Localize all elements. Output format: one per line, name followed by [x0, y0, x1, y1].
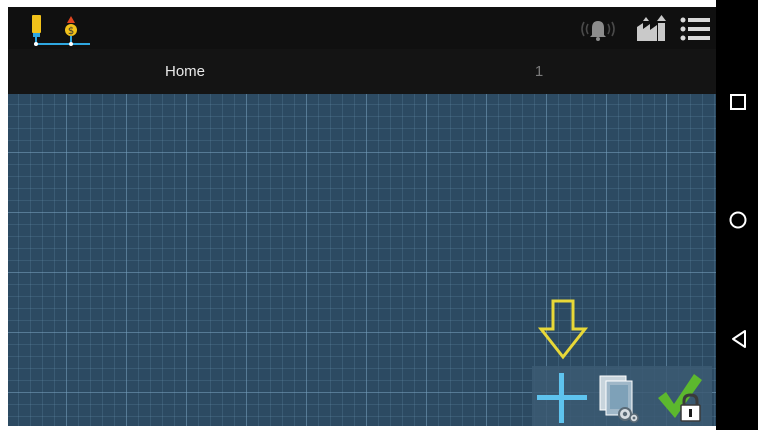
tab-bar: Home 1 — [8, 49, 716, 94]
menu-list-icon[interactable] — [680, 16, 712, 42]
tab-1-label: 1 — [534, 63, 544, 80]
system-nav-bar — [716, 0, 758, 430]
back-triangle-icon[interactable] — [730, 329, 748, 349]
top-action-bar: $ — [8, 7, 716, 49]
check-lock-icon[interactable] — [654, 370, 708, 426]
down-arrow-hint-icon — [537, 299, 589, 361]
grid-canvas[interactable] — [8, 94, 716, 426]
square-nav-icon[interactable] — [729, 93, 747, 111]
circle-nav-icon[interactable] — [728, 210, 748, 230]
bottom-toolbar — [532, 366, 712, 426]
tab-home[interactable]: Home — [8, 49, 362, 94]
app-screen: $ Home 1 — [8, 7, 716, 426]
tab-1[interactable]: 1 — [362, 49, 716, 94]
tab-home-label: Home — [164, 63, 205, 80]
plus-icon[interactable] — [534, 370, 590, 426]
app-logo-icon[interactable]: $ — [26, 13, 96, 47]
bell-alarm-icon[interactable] — [578, 16, 618, 42]
pages-settings-icon[interactable] — [596, 372, 646, 424]
svg-text:$: $ — [68, 26, 74, 37]
factory-upload-icon[interactable] — [634, 15, 668, 43]
